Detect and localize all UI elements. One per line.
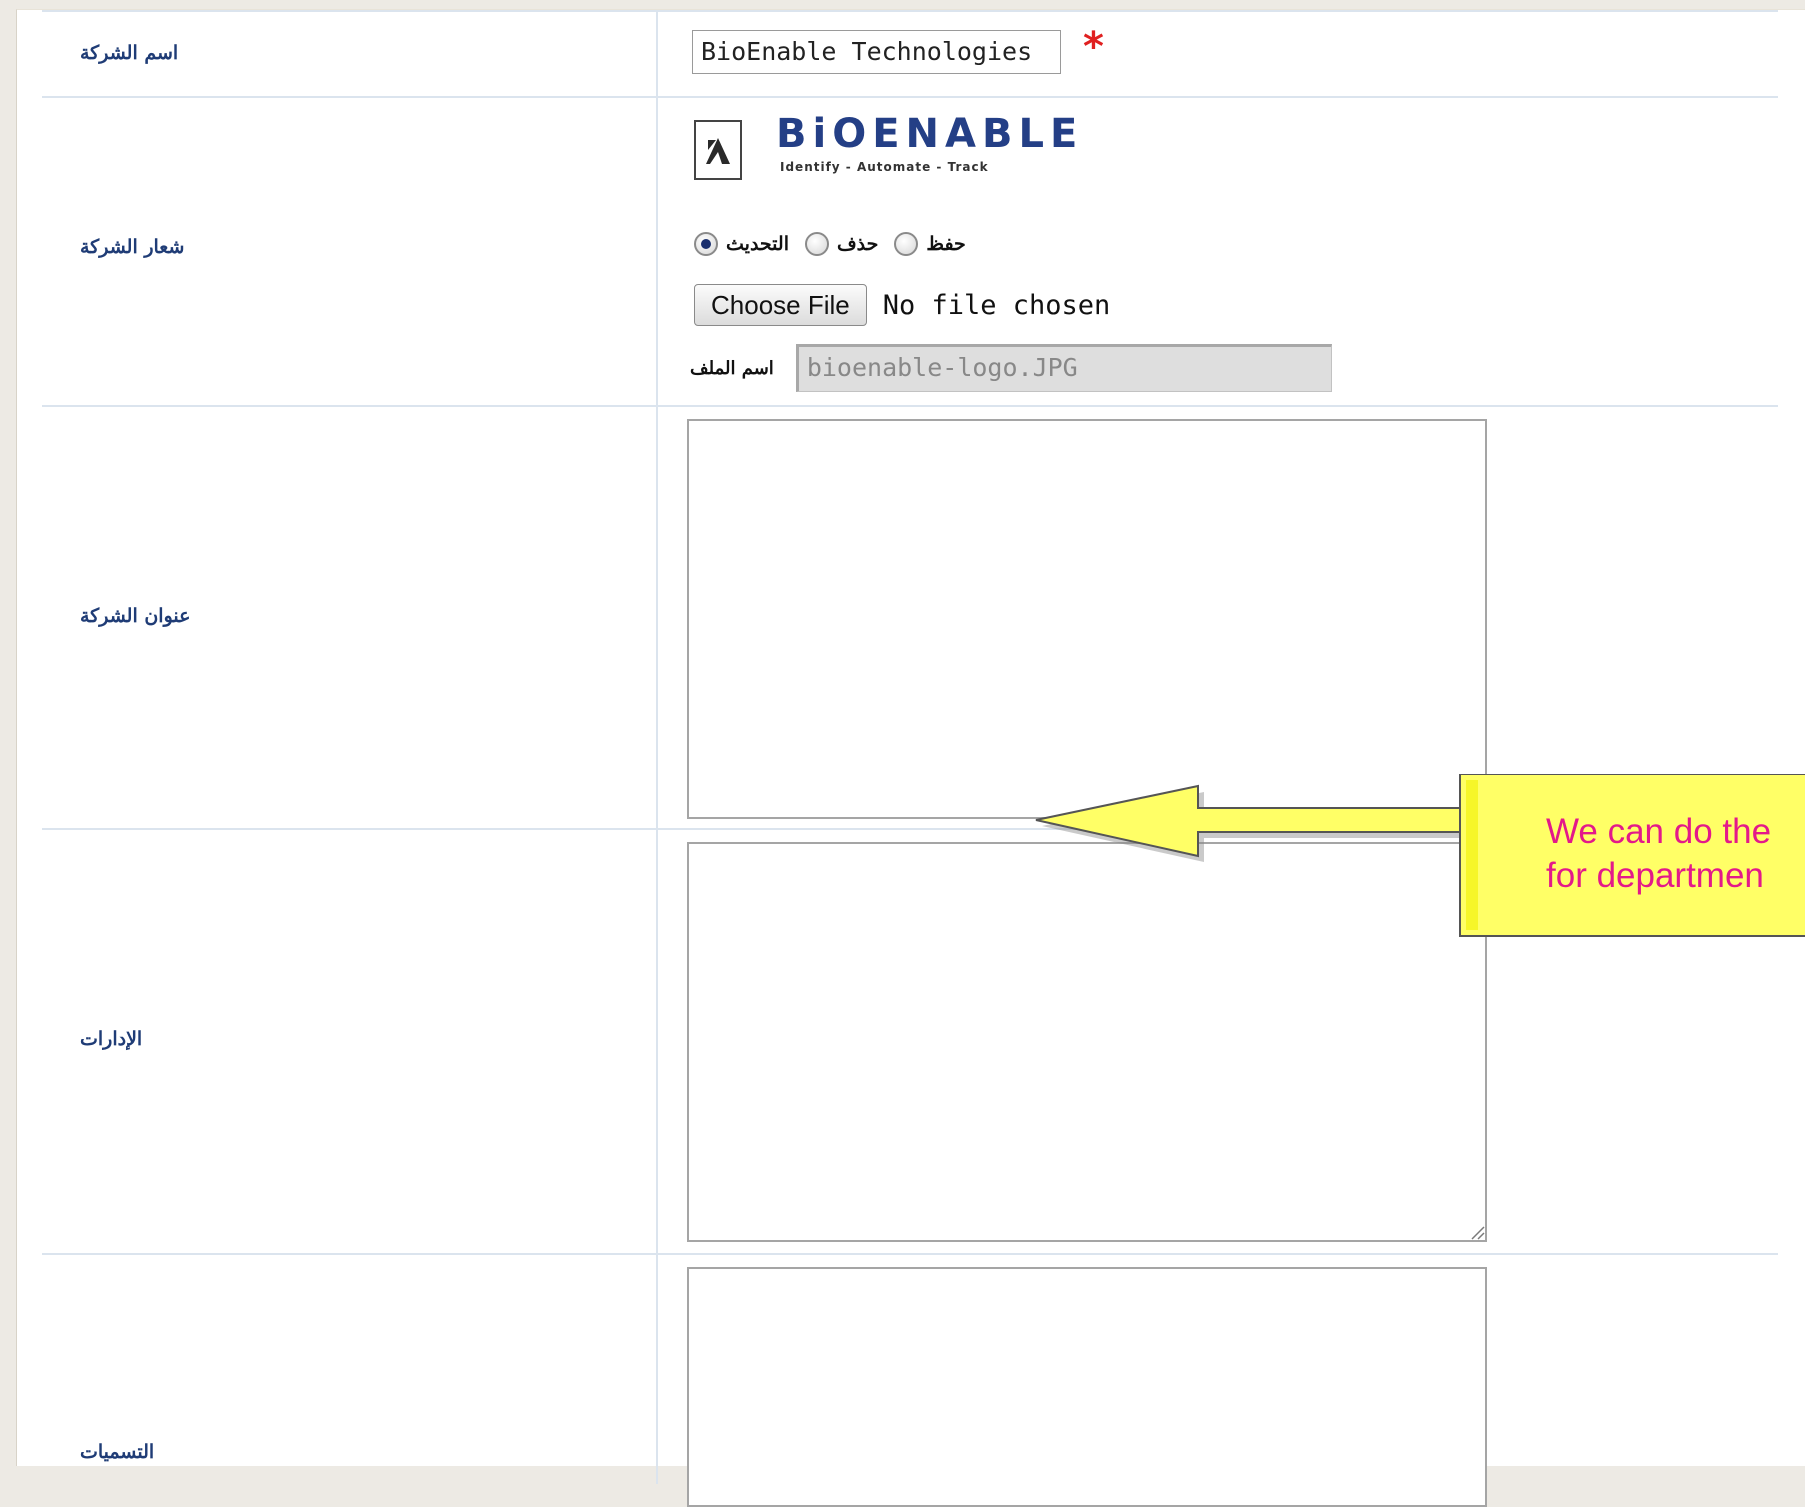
logo-action-radio-group: التحديث حذف حفظ xyxy=(694,230,974,258)
row-company-address: عنوان الشركة xyxy=(42,405,1778,830)
company-name-label: اسم الشركة xyxy=(80,42,179,64)
callout-line: for departmen xyxy=(1546,856,1764,895)
radio-delete-label: حذف xyxy=(836,233,879,255)
label-cell: عنوان الشركة xyxy=(42,405,658,830)
row-company-logo: شعار الشركة BiOENABLE Identify - Automat… xyxy=(42,96,1778,407)
callout-text: We can do the for departmen xyxy=(1546,810,1771,898)
company-logo-image: BiOENABLE Identify - Automate - Track xyxy=(694,110,1114,188)
departments-label: الإدارات xyxy=(80,1028,143,1050)
label-cell: التسميات xyxy=(42,1253,658,1484)
designations-textarea[interactable] xyxy=(687,1267,1487,1507)
file-name-label: اسم الملف xyxy=(690,357,774,379)
company-logo-label: شعار الشركة xyxy=(80,236,185,258)
company-name-input[interactable]: BioEnable Technologies xyxy=(692,30,1061,74)
radio-delete[interactable] xyxy=(804,232,829,256)
row-designations: التسميات xyxy=(42,1253,1778,1507)
value-cell xyxy=(657,1253,1778,1507)
radio-update-label: التحديث xyxy=(726,233,789,255)
callout-line: We can do the xyxy=(1546,812,1772,851)
label-cell: الإدارات xyxy=(42,828,658,1255)
file-name-field: bioenable-logo.JPG xyxy=(795,344,1332,392)
label-cell: اسم الشركة xyxy=(42,10,658,98)
designations-label: التسميات xyxy=(80,1441,155,1463)
asterisk-icon: * xyxy=(1083,24,1104,70)
radio-update[interactable] xyxy=(694,232,718,256)
choose-file-button[interactable]: Choose File xyxy=(694,284,867,326)
radio-save-label: حفظ xyxy=(926,233,966,255)
value-cell: BiOENABLE Identify - Automate - Track ال… xyxy=(657,96,1778,407)
company-address-textarea[interactable] xyxy=(687,419,1487,819)
file-picker: Choose File No file chosen xyxy=(694,284,1110,326)
logo-tagline: Identify - Automate - Track xyxy=(780,160,989,174)
resize-grip-icon[interactable] xyxy=(1469,1224,1485,1240)
file-name-row: اسم الملف bioenable-logo.JPG xyxy=(690,344,1332,392)
value-cell: BioEnable Technologies * xyxy=(657,10,1778,98)
company-settings-form: اسم الشركة BioEnable Technologies * شعار… xyxy=(42,10,1778,1507)
label-cell: شعار الشركة xyxy=(42,96,658,407)
logo-wordmark: BiOENABLE xyxy=(776,111,1084,157)
row-company-name: اسم الشركة BioEnable Technologies * xyxy=(42,10,1778,98)
logo-mark-icon xyxy=(694,120,742,180)
radio-save[interactable] xyxy=(894,232,919,256)
company-address-label: عنوان الشركة xyxy=(80,605,191,627)
no-file-chosen-text: No file chosen xyxy=(882,289,1111,321)
value-cell xyxy=(657,405,1778,830)
